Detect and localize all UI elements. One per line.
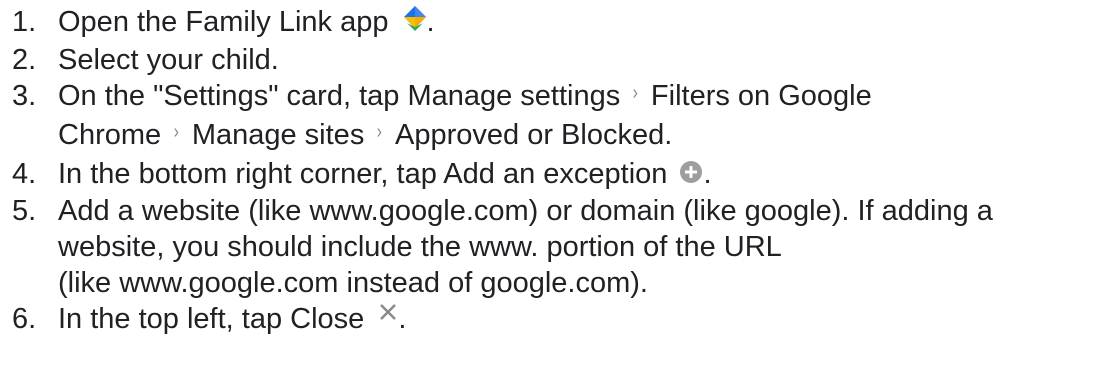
step-text: Select your child. <box>58 43 279 76</box>
step-text-end: . <box>426 6 435 38</box>
step-text-end: . <box>398 303 407 336</box>
step-1: 1. Open the Family Link app . <box>0 4 1096 42</box>
chevron-right-icon: › <box>376 120 383 143</box>
step-6: 6. In the top left, tap Close . <box>0 301 1096 338</box>
chevron-right-icon: › <box>632 81 639 104</box>
step-text: In the bottom right corner, tap Add an e… <box>58 157 668 190</box>
step-2: 2. Select your child. <box>0 42 1096 78</box>
step-number: 5. <box>12 195 37 228</box>
step-text: In the top left, tap Close <box>58 303 365 336</box>
step-text: Open the Family Link app <box>58 6 389 38</box>
step-number: 4. <box>12 157 37 190</box>
step-5: 5. Add a website (like www.google.com) o… <box>0 193 1096 301</box>
step-number: 2. <box>12 43 37 76</box>
close-icon <box>378 303 398 339</box>
step-line: Add a website (like www.google.com) or d… <box>58 195 993 228</box>
step-number: 1. <box>12 6 37 38</box>
step-text-end: . <box>703 157 712 190</box>
chevron-right-icon: › <box>173 120 180 143</box>
instruction-steps: 1. Open the Family Link app . 2. Select … <box>0 0 1096 366</box>
step-line: (like www.google.com instead of google.c… <box>58 267 648 300</box>
step-number: 6. <box>12 303 37 336</box>
step-text: On the "Settings" card, tap Manage setti… <box>58 79 621 112</box>
step-text: Approved or Blocked. <box>395 118 673 151</box>
step-text: Filters on Google <box>650 79 872 112</box>
step-3: 3. On the "Settings" card, tap Manage se… <box>0 78 1096 156</box>
family-link-icon <box>403 5 427 42</box>
step-line: website, you should include the www. por… <box>58 231 782 264</box>
step-line: Chrome › Manage sites › Approved or Blocked. <box>58 117 1096 156</box>
step-text: Chrome <box>58 118 162 151</box>
step-line: On the "Settings" card, tap Manage setti… <box>58 78 1096 117</box>
step-text: Manage sites <box>191 118 365 151</box>
add-circle-icon <box>679 157 703 193</box>
step-number: 3. <box>12 79 37 112</box>
step-4: 4. In the bottom right corner, tap Add a… <box>0 156 1096 193</box>
